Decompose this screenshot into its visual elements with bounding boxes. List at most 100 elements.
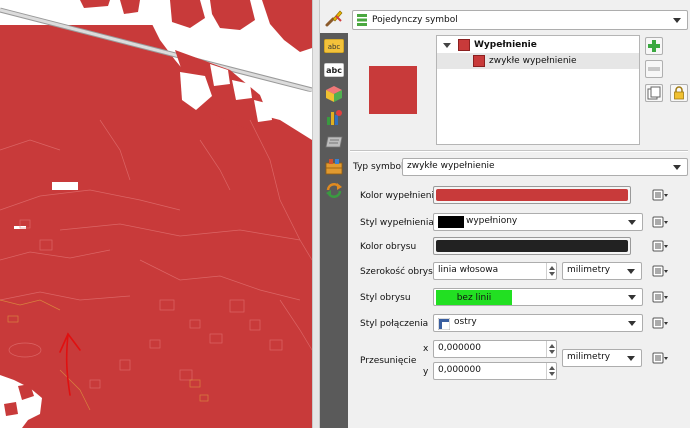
outline-style-select[interactable]: bez linii — [433, 288, 643, 306]
lock-layer-button[interactable] — [670, 84, 688, 102]
data-defined-icon — [652, 265, 668, 277]
join-style-select[interactable]: ostry — [433, 314, 643, 332]
fill-style-dd-button[interactable] — [650, 213, 670, 231]
tree-item-fill[interactable]: Wypełnienie — [441, 37, 537, 53]
offset-unit-select[interactable]: milimetry — [562, 349, 642, 367]
spin-arrows-icon[interactable] — [546, 263, 556, 279]
outline-width-value: linia włosowa — [438, 265, 499, 275]
data-defined-icon — [652, 189, 668, 201]
outline-width-dd-button[interactable] — [650, 262, 670, 280]
abc-label-icon: abc — [324, 63, 344, 77]
symbol-type-value: zwykłe wypełnienie — [407, 161, 495, 171]
panel-divider — [350, 150, 688, 152]
outline-width-unit-select[interactable]: milimetry — [562, 262, 642, 280]
3d-box-icon — [326, 86, 342, 102]
renderer-select-value: Pojedynczy symbol — [372, 15, 458, 25]
data-defined-icon — [652, 291, 668, 303]
outline-width-label: Szerokość obrysu — [360, 267, 439, 277]
plus-icon — [648, 40, 660, 52]
svg-text:abc: abc — [328, 43, 341, 51]
outline-width-unit-value: milimetry — [567, 265, 611, 275]
diagram-icon — [327, 110, 342, 125]
map-canvas[interactable] — [0, 0, 312, 428]
outline-color-button[interactable] — [433, 237, 631, 255]
outline-style-dd-button[interactable] — [650, 288, 670, 306]
actions-icon — [326, 183, 342, 198]
expand-icon[interactable] — [443, 42, 451, 48]
fill-style-label: Styl wypełnienia — [360, 218, 434, 228]
style-sidebar: abc abc — [320, 33, 348, 428]
outline-style-label: Styl obrysu — [360, 293, 411, 303]
remove-layer-button[interactable] — [645, 60, 663, 78]
chevron-down-icon — [673, 165, 681, 170]
offset-x-value: 0,000000 — [438, 343, 481, 353]
outline-width-spinbox[interactable]: linia włosowa — [433, 262, 557, 280]
sidebar-item-fields[interactable] — [324, 157, 344, 175]
minus-icon — [648, 67, 660, 71]
renderer-select[interactable]: Pojedynczy symbol — [352, 10, 688, 30]
sidebar-item-diagrams[interactable] — [324, 109, 344, 127]
tree-item-label: zwykłe wypełnienie — [489, 56, 577, 66]
fill-color-dd-button[interactable] — [650, 186, 670, 204]
panel-splitter[interactable] — [312, 0, 320, 428]
join-style-dd-button[interactable] — [650, 314, 670, 332]
svg-text:abc: abc — [326, 66, 342, 75]
data-defined-icon — [652, 240, 668, 252]
lock-icon — [674, 86, 684, 100]
sidebar-item-symbology[interactable]: abc — [324, 37, 344, 55]
chevron-down-icon — [628, 295, 636, 300]
spin-arrows-icon[interactable] — [546, 363, 556, 379]
tree-item-simple-fill[interactable]: zwykłe wypełnienie — [437, 53, 639, 69]
fill-color-button[interactable] — [433, 186, 631, 204]
offset-x-label: x — [423, 344, 429, 354]
fill-style-value: wypełniony — [466, 216, 518, 226]
offset-x-spinbox[interactable]: 0,000000 — [433, 340, 557, 358]
sidebar-item-metadata[interactable] — [324, 133, 344, 151]
chevron-down-icon — [627, 356, 635, 361]
solid-fill-swatch — [438, 216, 464, 228]
outline-color-label: Kolor obrysu — [360, 242, 417, 252]
fields-icon — [325, 159, 343, 175]
symbol-type-select[interactable]: zwykłe wypełnienie — [402, 158, 688, 176]
fill-style-select[interactable]: wypełniony — [433, 213, 643, 231]
miter-join-icon — [438, 318, 450, 330]
chevron-down-icon — [627, 269, 635, 274]
join-style-value: ostry — [454, 317, 477, 327]
sidebar-item-actions[interactable] — [324, 181, 344, 199]
chevron-down-icon — [628, 220, 636, 225]
join-style-label: Styl połączenia — [360, 319, 429, 329]
fill-swatch — [458, 39, 470, 51]
outline-style-value: bez linii — [456, 292, 492, 303]
sidebar-item-labels[interactable]: abc — [324, 61, 344, 79]
chevron-down-icon — [673, 18, 681, 23]
offset-unit-value: milimetry — [567, 352, 611, 362]
symbol-type-label: Typ symbolu — [353, 162, 410, 172]
outline-color-dd-button[interactable] — [650, 237, 670, 255]
simple-fill-swatch — [473, 55, 485, 67]
offset-y-label: y — [423, 367, 429, 377]
add-layer-button[interactable] — [645, 37, 663, 55]
outline-color-swatch — [436, 240, 628, 252]
data-defined-icon — [652, 352, 668, 364]
label-icon: abc — [324, 39, 344, 53]
metadata-icon — [325, 136, 343, 148]
chevron-down-icon — [628, 321, 636, 326]
symbol-layer-tree[interactable]: Wypełnienie zwykłe wypełnienie — [436, 35, 640, 145]
style-brush-icon — [325, 10, 343, 27]
highlighted-value: bez linii — [436, 290, 512, 305]
symbol-preview — [369, 66, 417, 114]
tree-item-label: Wypełnienie — [474, 40, 537, 50]
data-defined-icon — [652, 216, 668, 228]
map-features — [0, 0, 312, 428]
offset-dd-button[interactable] — [650, 349, 670, 367]
fill-color-label: Kolor wypełnienia — [360, 191, 440, 201]
offset-y-spinbox[interactable]: 0,000000 — [433, 362, 557, 380]
duplicate-layer-button[interactable] — [645, 84, 663, 102]
sidebar-item-3d[interactable] — [324, 85, 344, 103]
fill-color-swatch — [436, 189, 628, 201]
data-defined-icon — [652, 317, 668, 329]
layer-style-panel: Pojedynczy symbol abc abc Wypełnienie zw… — [320, 0, 690, 428]
spin-arrows-icon[interactable] — [546, 341, 556, 357]
duplicate-icon — [647, 86, 661, 100]
rule-list-icon — [357, 14, 367, 26]
